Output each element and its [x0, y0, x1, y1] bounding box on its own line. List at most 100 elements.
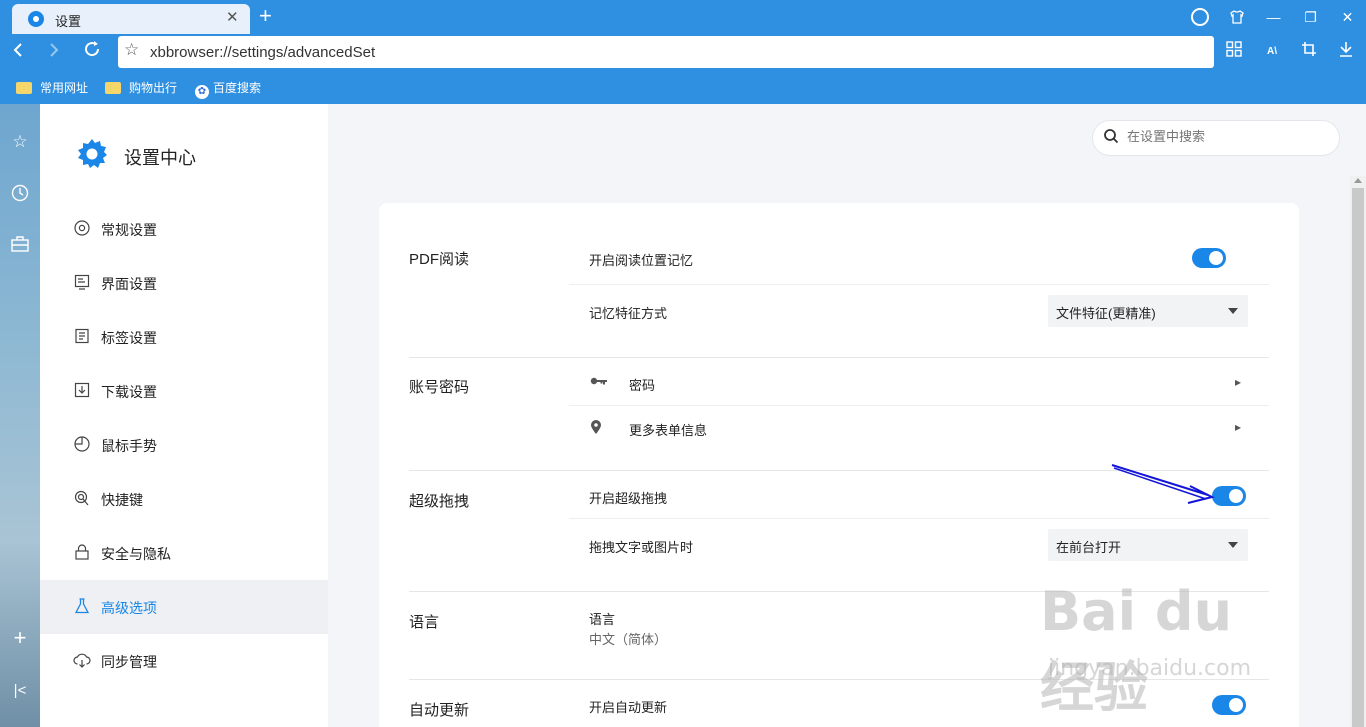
collapse-sidebar-icon[interactable]: |< — [10, 681, 30, 701]
side-strip: ☆ + |< — [0, 104, 40, 727]
super-drag-toggle[interactable] — [1212, 486, 1246, 506]
bookmark-item[interactable]: 常用网址 — [16, 79, 88, 96]
row-divider — [569, 405, 1269, 406]
bookmark-bar: 常用网址 购物出行 ✿ 百度搜索 — [0, 70, 1366, 104]
sidebar-item-sync[interactable]: 同步管理 — [40, 634, 328, 688]
interface-icon — [73, 274, 91, 292]
skin-icon[interactable] — [1218, 0, 1255, 34]
new-tab-button[interactable]: + — [259, 3, 272, 29]
chevron-right-icon[interactable]: ▸ — [1235, 375, 1241, 389]
history-clock-icon[interactable] — [10, 184, 30, 204]
settings-search[interactable] — [1092, 120, 1340, 156]
bookmark-item[interactable]: 购物出行 — [105, 79, 177, 96]
row-divider — [569, 284, 1269, 285]
mouse-icon — [73, 436, 91, 454]
scroll-up-arrow-icon[interactable] — [1354, 178, 1362, 183]
advanced-settings-card: PDF阅读 开启阅读位置记忆 记忆特征方式 文件特征(更精准) 账号密码 密码 … — [379, 203, 1299, 727]
translate-icon[interactable]: A\ — [1258, 38, 1286, 66]
pdf-remember-label: 开启阅读位置记忆 — [589, 253, 694, 268]
settings-tab-icon — [28, 11, 44, 27]
sidebar-item-security[interactable]: 安全与隐私 — [40, 526, 328, 580]
location-pin-icon — [590, 419, 602, 438]
sidebar-item-label: 常规设置 — [101, 222, 157, 238]
sidebar-item-label: 鼠标手势 — [101, 438, 157, 454]
drag-when-select[interactable]: 在前台打开 — [1048, 529, 1248, 561]
section-divider — [409, 470, 1269, 471]
sidebar-item-shortcuts[interactable]: 快捷键 — [40, 472, 328, 526]
section-title-pdf: PDF阅读 — [409, 251, 470, 268]
star-icon[interactable]: ☆ — [124, 40, 139, 60]
drag-when-value: 在前台打开 — [1056, 540, 1122, 555]
settings-main: PDF阅读 开启阅读位置记忆 记忆特征方式 文件特征(更精准) 账号密码 密码 … — [330, 104, 1350, 727]
minimize-button[interactable]: — — [1255, 0, 1292, 34]
section-title-language: 语言 — [409, 614, 440, 631]
sidebar-item-label: 同步管理 — [101, 654, 157, 670]
tab-title: 设置 — [55, 14, 82, 29]
lock-icon — [73, 544, 91, 562]
shortcut-icon — [73, 490, 91, 508]
cloud-sync-icon — [73, 652, 91, 670]
search-icon — [1103, 128, 1119, 149]
baidu-paw-icon: ✿ — [195, 85, 209, 99]
sidebar-item-download[interactable]: 下载设置 — [40, 364, 328, 418]
favorites-star-icon[interactable]: ☆ — [10, 132, 30, 152]
chevron-down-icon — [1228, 308, 1238, 314]
auto-update-toggle[interactable] — [1212, 695, 1246, 715]
section-title-account: 账号密码 — [409, 379, 470, 396]
sidebar-item-label: 高级选项 — [101, 600, 157, 616]
settings-center-title: 设置中心 — [124, 148, 196, 168]
bookmark-item[interactable]: ✿ 百度搜索 — [195, 79, 261, 99]
section-divider — [409, 591, 1269, 592]
key-icon — [590, 374, 608, 390]
flask-icon — [73, 598, 91, 616]
general-icon — [73, 220, 91, 238]
sidebar-item-mouse-gesture[interactable]: 鼠标手势 — [40, 418, 328, 472]
download-icon — [73, 382, 91, 400]
crop-icon[interactable] — [1295, 38, 1323, 66]
scrollbar[interactable] — [1350, 176, 1366, 727]
pdf-mode-select[interactable]: 文件特征(更精准) — [1048, 295, 1248, 327]
url-text[interactable]: xbbrowser://settings/advancedSet — [150, 44, 375, 61]
auto-update-label: 开启自动更新 — [589, 700, 668, 715]
download-icon[interactable] — [1332, 38, 1360, 66]
back-button[interactable] — [4, 38, 32, 66]
browser-logo-icon[interactable] — [1181, 0, 1218, 34]
folder-icon — [105, 82, 121, 94]
add-icon[interactable]: + — [10, 627, 30, 649]
drag-enable-label: 开启超级拖拽 — [589, 491, 668, 506]
sidebar-item-general[interactable]: 常规设置 — [40, 202, 328, 256]
address-bar[interactable]: ☆ xbbrowser://settings/advancedSet — [118, 36, 1214, 68]
row-divider — [569, 518, 1269, 519]
more-forms-label[interactable]: 更多表单信息 — [629, 420, 707, 439]
close-tab-icon[interactable]: ✕ — [226, 8, 239, 26]
bookmark-label: 购物出行 — [129, 81, 178, 95]
bookmark-label: 常用网址 — [40, 81, 89, 95]
scrollbar-thumb[interactable] — [1352, 188, 1364, 727]
sidebar-item-advanced[interactable]: 高级选项 — [40, 580, 328, 634]
chevron-down-icon — [1228, 542, 1238, 548]
pdf-remember-toggle[interactable] — [1192, 248, 1226, 268]
restore-button[interactable]: ❐ — [1292, 0, 1329, 34]
drag-when-label: 拖拽文字或图片时 — [589, 540, 694, 555]
language-value[interactable]: 中文（简体） — [589, 629, 667, 648]
toolbox-icon[interactable] — [10, 236, 30, 256]
refresh-button[interactable] — [78, 38, 106, 66]
search-input[interactable] — [1127, 129, 1327, 144]
password-label[interactable]: 密码 — [629, 375, 655, 394]
tab-settings[interactable]: 设置 ✕ — [12, 4, 250, 34]
pdf-mode-label: 记忆特征方式 — [589, 306, 668, 321]
apps-grid-icon[interactable] — [1220, 38, 1248, 66]
forward-button[interactable] — [40, 38, 68, 66]
settings-sidebar: 设置中心 常规设置 界面设置 标签设置 下载设置 鼠标手势 快捷键 安全与隐私 … — [40, 104, 328, 727]
chevron-right-icon[interactable]: ▸ — [1235, 420, 1241, 434]
sidebar-item-interface[interactable]: 界面设置 — [40, 256, 328, 310]
sidebar-item-label: 安全与隐私 — [101, 546, 171, 562]
sidebar-item-label: 下载设置 — [101, 384, 157, 400]
folder-icon — [16, 82, 32, 94]
settings-gear-logo-icon — [78, 139, 107, 168]
section-title-update: 自动更新 — [409, 702, 470, 719]
close-window-button[interactable]: ✕ — [1329, 0, 1366, 34]
sidebar-item-tabs[interactable]: 标签设置 — [40, 310, 328, 364]
tab-icon — [73, 328, 91, 346]
section-title-drag: 超级拖拽 — [409, 493, 470, 510]
